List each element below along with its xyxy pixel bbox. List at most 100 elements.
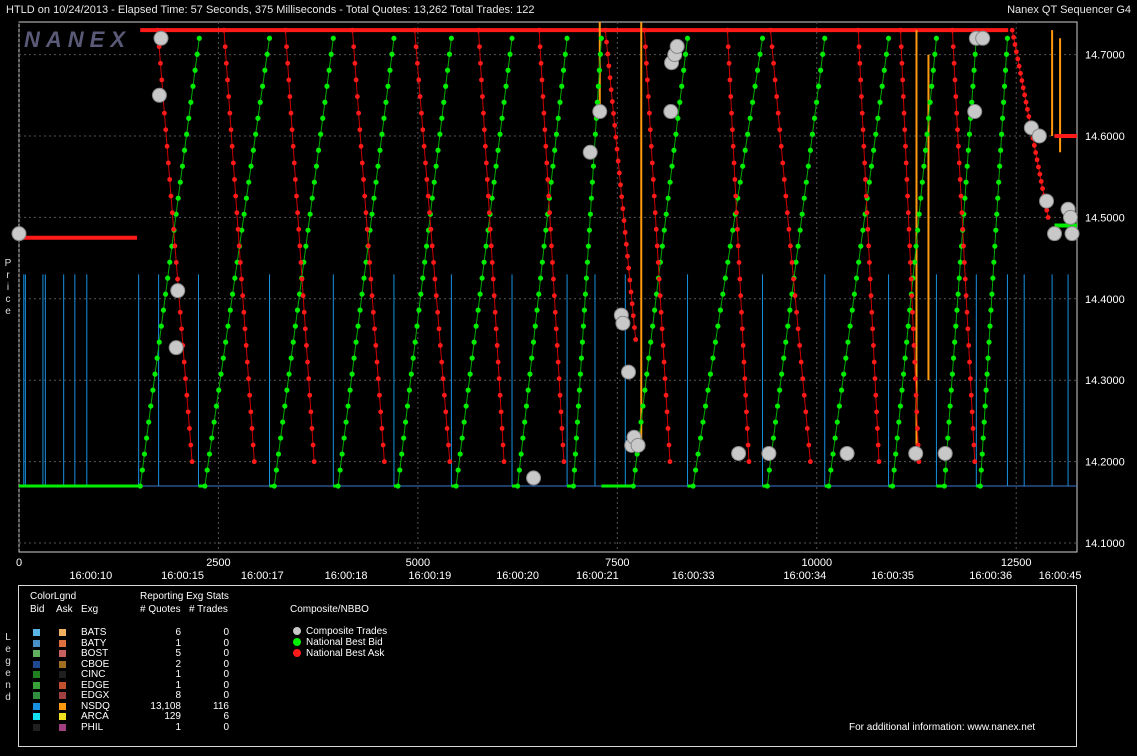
best-ask-point	[498, 409, 504, 415]
best-ask-point	[233, 193, 239, 199]
best-bid-point	[581, 307, 588, 313]
best-ask-point	[614, 146, 620, 152]
best-ask-point	[626, 265, 632, 271]
best-bid-point	[759, 35, 766, 41]
best-bid-point	[843, 355, 849, 361]
best-bid-point	[473, 323, 479, 329]
best-bid-point	[509, 35, 515, 41]
best-bid-point	[1002, 67, 1009, 73]
best-bid-point	[836, 403, 843, 409]
best-bid-point	[408, 371, 414, 377]
best-bid-point	[146, 419, 152, 425]
best-bid-point	[902, 355, 908, 361]
best-ask-point	[172, 243, 178, 249]
best-bid-point	[518, 451, 524, 457]
best-ask-point	[249, 426, 255, 431]
best-ask-point	[653, 226, 659, 232]
y-tick-label: 14.2000	[1085, 457, 1125, 469]
best-ask-point	[865, 226, 871, 232]
best-bid-point	[981, 419, 987, 425]
best-bid-point	[387, 67, 393, 73]
best-bid-point	[586, 227, 593, 233]
legend-exchange-name: BATY	[81, 637, 107, 649]
best-bid-point	[559, 83, 565, 89]
best-ask-point	[181, 359, 187, 365]
best-ask-point	[970, 426, 976, 431]
best-ask-point	[351, 44, 357, 50]
legend-composite-dot	[293, 627, 301, 635]
best-ask-point	[904, 177, 910, 182]
best-bid-point	[663, 211, 669, 217]
best-ask-point	[179, 326, 184, 332]
best-bid-point	[795, 243, 801, 249]
best-ask-point	[494, 343, 500, 348]
best-ask-point	[727, 77, 733, 83]
best-bid-point	[497, 131, 503, 137]
best-ask-point	[354, 94, 360, 99]
legend-trade-count: 0	[223, 658, 229, 670]
best-ask-point	[644, 77, 650, 83]
best-bid-point	[630, 483, 636, 489]
best-bid-point	[772, 419, 779, 425]
best-ask-point	[306, 376, 312, 382]
best-ask-point	[859, 110, 865, 116]
best-bid-point	[292, 323, 298, 329]
legend-title-color: ColorLgnd	[30, 591, 77, 602]
best-ask-point	[961, 243, 966, 249]
best-bid-point	[970, 83, 976, 89]
best-bid-point	[783, 339, 789, 345]
best-ask-point	[972, 459, 978, 465]
best-bid-point	[286, 371, 292, 377]
best-ask-point	[173, 260, 179, 265]
composite-trade-point	[975, 30, 991, 46]
best-bid-point	[527, 371, 533, 377]
best-bid-point	[162, 291, 169, 297]
best-ask-point	[658, 309, 664, 315]
best-ask-point	[492, 309, 498, 315]
best-bid-point	[186, 115, 192, 121]
best-bid-point	[720, 291, 726, 297]
best-ask-point	[949, 27, 955, 33]
best-ask-point	[725, 27, 730, 33]
best-ask-point	[905, 210, 911, 216]
best-ask-point	[870, 326, 876, 332]
best-bid-point	[988, 307, 994, 313]
x-time-tick-label: 16:00:36	[969, 570, 1012, 582]
best-ask-point	[169, 210, 175, 216]
best-ask-point	[783, 193, 789, 199]
best-ask-point	[381, 459, 387, 465]
best-bid-point	[443, 83, 449, 89]
best-bid-point	[707, 371, 714, 377]
best-bid-point	[965, 147, 971, 153]
best-ask-point	[1016, 63, 1022, 69]
best-bid-point	[418, 291, 424, 297]
best-ask-point	[239, 276, 244, 282]
legend-exchange-name: ARCA	[81, 711, 109, 722]
best-ask-point	[899, 60, 905, 66]
best-bid-point	[493, 163, 499, 169]
best-ask-point	[433, 293, 439, 299]
best-ask-point	[666, 442, 672, 448]
best-bid-point	[987, 323, 993, 329]
best-bid-point	[868, 163, 875, 169]
best-ask-point	[364, 226, 370, 232]
best-bid-point	[933, 35, 940, 41]
best-ask-point	[665, 426, 671, 431]
best-ask-point	[955, 127, 960, 133]
best-bid-point	[529, 355, 535, 361]
best-bid-point	[757, 51, 763, 57]
best-ask-point	[958, 193, 964, 199]
best-ask-point	[177, 309, 183, 315]
best-ask-point	[175, 276, 181, 282]
best-ask-point	[285, 60, 291, 66]
best-ask-point	[871, 343, 876, 348]
price-chart: NANEX 14.7000 14.6000 14.5000 14.4000 14.300…	[11, 21, 1125, 582]
best-ask-point	[861, 143, 867, 149]
composite-trade-point	[1064, 226, 1080, 242]
best-bid-point	[998, 147, 1004, 153]
best-bid-point	[955, 291, 961, 297]
best-ask-point	[950, 44, 956, 50]
best-ask-point	[731, 160, 737, 166]
best-ask-point	[379, 426, 385, 431]
x-time-tick-label: 16:00:10	[69, 570, 112, 582]
